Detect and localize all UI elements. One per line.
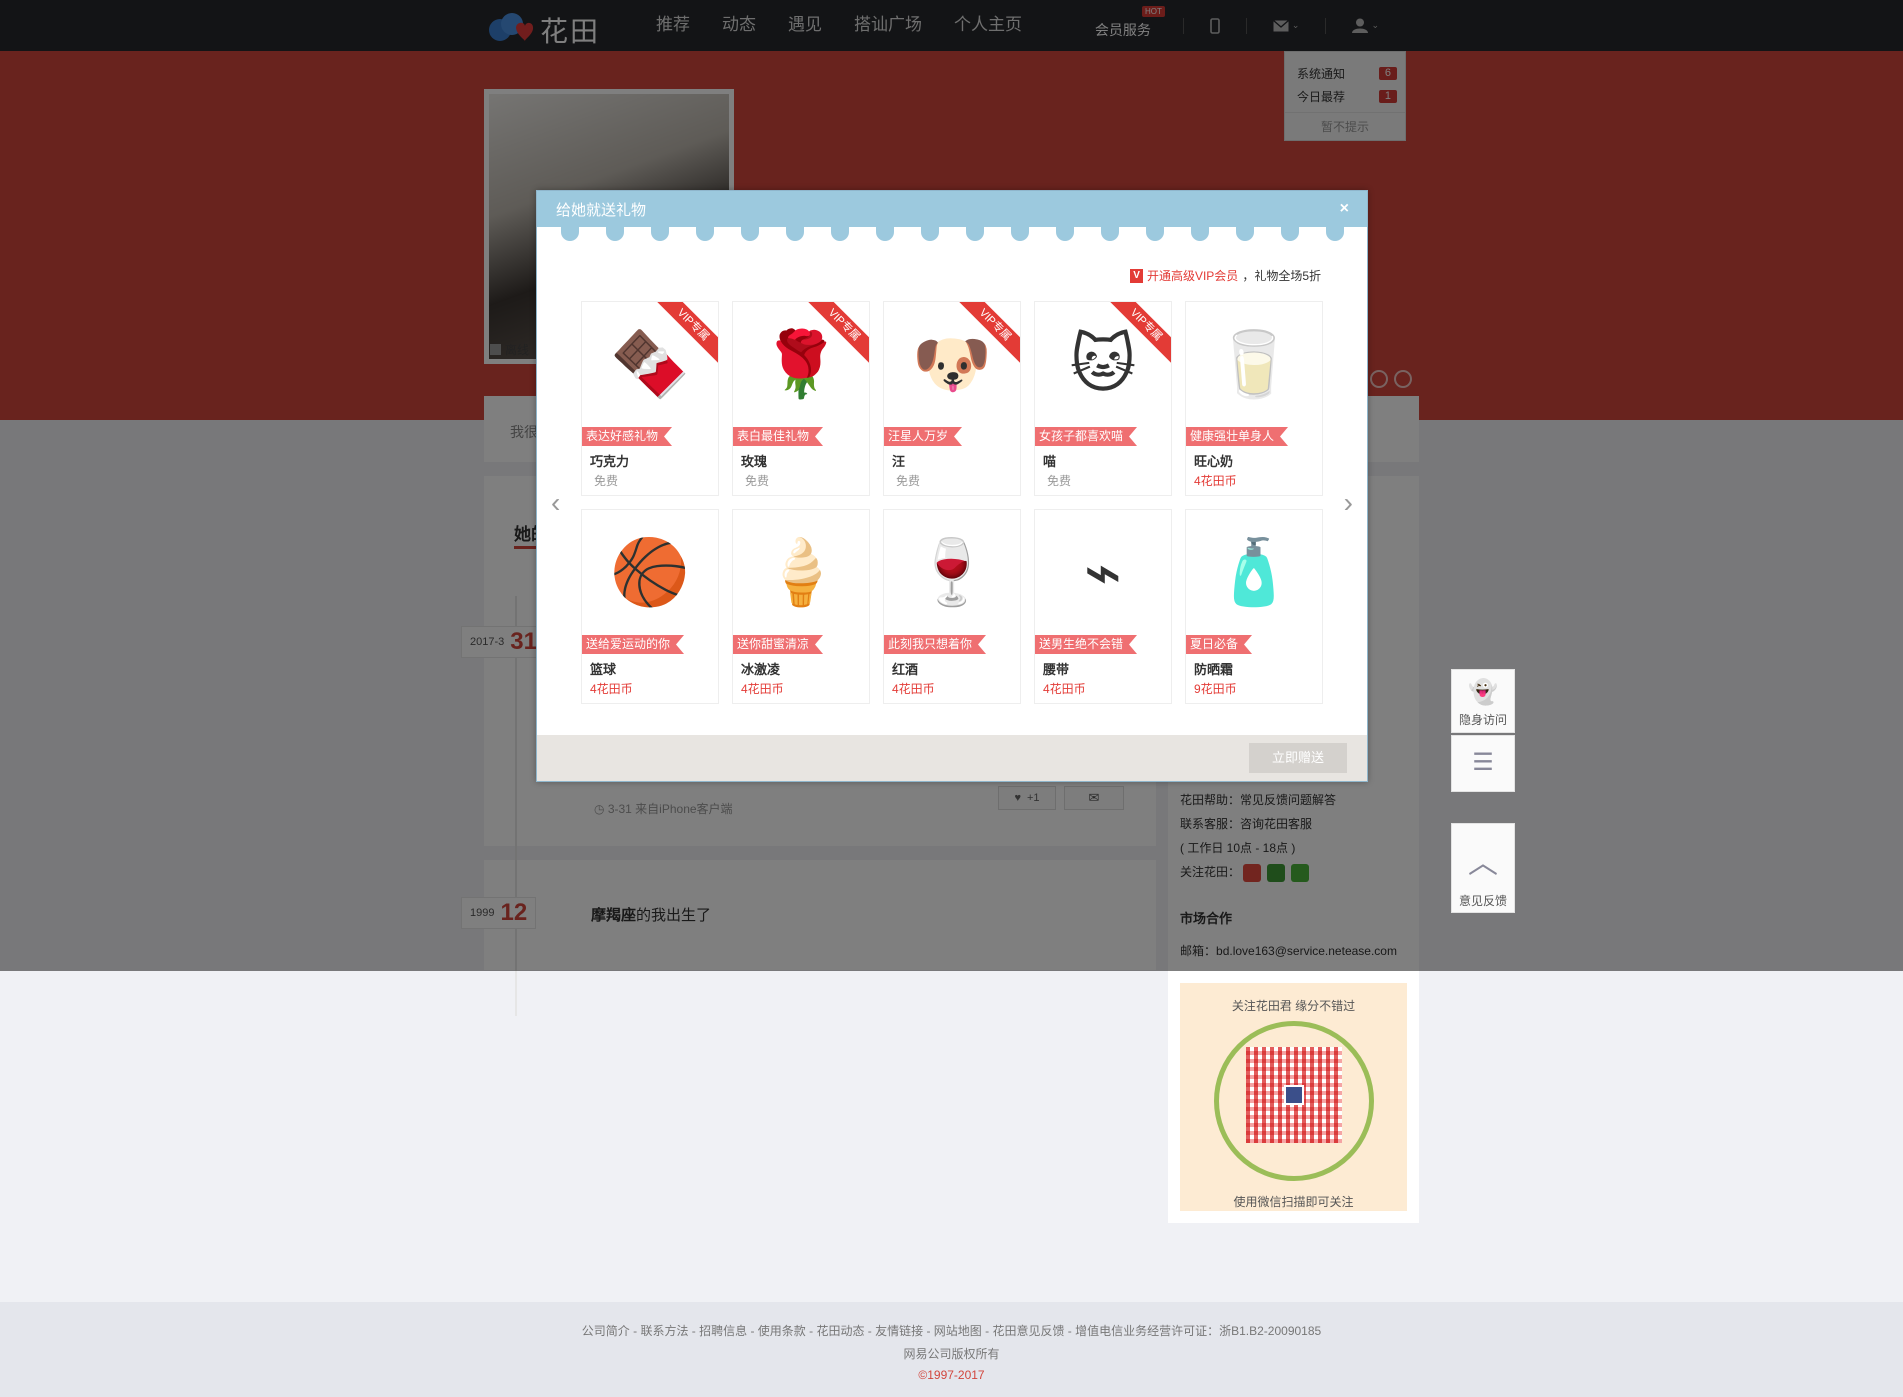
gift-image: 🧴 [1214, 536, 1294, 608]
gift-price: 4花田币 [892, 682, 935, 696]
footer-links[interactable]: 公司简介 - 联系方法 - 招聘信息 - 使用条款 - 花田动态 - 友情链接 … [0, 1322, 1903, 1339]
qr-caption-bottom: 使用微信扫描即可关注 [1233, 1195, 1354, 1209]
ghost-icon: 👻 [1468, 679, 1498, 706]
gift-price: 4花田币 [1194, 474, 1237, 488]
gift-price: 9花田币 [1194, 682, 1237, 696]
gift-name: 篮球 [590, 662, 617, 677]
gift-image: ⌁ [1083, 536, 1123, 608]
gift-price: 4花田币 [741, 682, 784, 696]
footer-copyright: ©1997-2017 [918, 1368, 985, 1382]
gift-name: 防晒霜 [1194, 662, 1234, 677]
qr-card: 关注花田君 缘分不错过 使用微信扫描即可关注 [1168, 971, 1419, 1223]
gift-image: 🍦 [761, 536, 841, 608]
gift-name: 玫瑰 [741, 454, 768, 469]
modal-footer: 立即赠送 [537, 735, 1367, 781]
gift-price: 免费 [594, 474, 619, 488]
gift-price: 免费 [896, 474, 921, 488]
qr-caption-top: 关注花田君 缘分不错过 [1231, 999, 1356, 1013]
gift-card[interactable]: 🏀 送给爱运动的你篮球 4花田币 [582, 510, 718, 703]
gift-name: 旺心奶 [1194, 454, 1234, 469]
vip-promo-text: ，礼物全场5折 [1242, 269, 1321, 283]
gift-name: 巧克力 [590, 454, 630, 469]
gift-tag: 此刻我只想着你 [884, 635, 986, 654]
gift-tag: 送男生绝不会错 [1035, 635, 1137, 654]
send-gift-modal: 给她就送礼物 × V 开通高级VIP会员 ，礼物全场5折 ‹ › 🍫 VIP专属表… [536, 190, 1368, 782]
gift-card[interactable]: 🥛 健康强壮单身人旺心奶 4花田币 [1186, 302, 1322, 495]
gift-card[interactable]: ⌁ 送男生绝不会错腰带 4花田币 [1035, 510, 1171, 703]
wechat-qr-code [1246, 1047, 1342, 1143]
gift-image: 🥛 [1214, 328, 1294, 400]
up-arrow-icon: ︿ [1468, 847, 1498, 880]
gift-image: 🍷 [912, 536, 992, 608]
qr-logo [1284, 1085, 1304, 1105]
gift-tag: 女孩子都喜欢喵 [1035, 427, 1137, 446]
gift-price: 4花田币 [590, 682, 633, 696]
incognito-visit-button[interactable]: 👻 隐身访问 [1451, 669, 1515, 733]
gift-name: 腰带 [1043, 662, 1070, 677]
gift-tag: 表白最佳礼物 [733, 427, 823, 446]
vip-icon: V [1130, 268, 1143, 283]
gift-name: 汪 [892, 454, 906, 469]
vip-promo: V 开通高级VIP会员 ，礼物全场5折 [1130, 267, 1321, 284]
footer: 公司简介 - 联系方法 - 招聘信息 - 使用条款 - 花田动态 - 友情链接 … [0, 1302, 1903, 1397]
gift-name: 喵 [1043, 454, 1057, 469]
qr-panel: 关注花田君 缘分不错过 使用微信扫描即可关注 [1180, 983, 1407, 1211]
gift-tag: 健康强壮单身人 [1186, 427, 1288, 446]
gift-name: 红酒 [892, 662, 919, 677]
gift-price: 免费 [745, 474, 770, 488]
gift-card[interactable]: 🍦 送你甜蜜清凉冰激凌 4花田币 [733, 510, 869, 703]
float-label: 意见反馈 [1458, 894, 1507, 908]
close-icon[interactable]: × [1340, 200, 1349, 218]
gift-price: 免费 [1047, 474, 1072, 488]
menu-icon: ☰ [1472, 749, 1494, 776]
gift-tag: 汪星人万岁 [884, 427, 962, 446]
vip-upgrade-link[interactable]: 开通高级VIP会员 [1147, 267, 1238, 284]
awning-decoration [537, 227, 1367, 243]
gift-card[interactable]: 🐱 VIP专属 女孩子都喜欢喵喵免费 [1035, 302, 1171, 495]
modal-header: 给她就送礼物 × [537, 191, 1367, 227]
modal-title: 给她就送礼物 [556, 202, 647, 219]
gift-card[interactable]: 🐶 VIP专属 汪星人万岁汪免费 [884, 302, 1020, 495]
gift-image: 🏀 [610, 536, 690, 608]
gift-tag: 表达好感礼物 [582, 427, 672, 446]
gift-tag: 夏日必备 [1186, 635, 1252, 654]
gift-name: 冰激凌 [741, 662, 781, 677]
gift-tag: 送给爱运动的你 [582, 635, 684, 654]
send-gift-button[interactable]: 立即赠送 [1249, 743, 1347, 773]
gift-card[interactable]: 🧴 夏日必备防晒霜 9花田币 [1186, 510, 1322, 703]
gift-card[interactable]: 🌹 VIP专属 表白最佳礼物 玫瑰 免费 [733, 302, 869, 495]
menu-button[interactable]: ☰ [1451, 735, 1515, 792]
gift-card[interactable]: 🍫 VIP专属 表达好感礼物 巧克力 免费 [582, 302, 718, 495]
prev-arrow-icon[interactable]: ‹ [551, 487, 560, 519]
next-arrow-icon[interactable]: › [1344, 487, 1353, 519]
feedback-button[interactable]: ︿ 意见反馈 [1451, 823, 1515, 913]
gift-price: 4花田币 [1043, 682, 1086, 696]
gift-card[interactable]: 🍷 此刻我只想着你红酒 4花田币 [884, 510, 1020, 703]
footer-rights: 网易公司版权所有 [903, 1347, 1000, 1361]
float-label: 隐身访问 [1458, 713, 1507, 727]
gift-tag: 送你甜蜜清凉 [733, 635, 823, 654]
